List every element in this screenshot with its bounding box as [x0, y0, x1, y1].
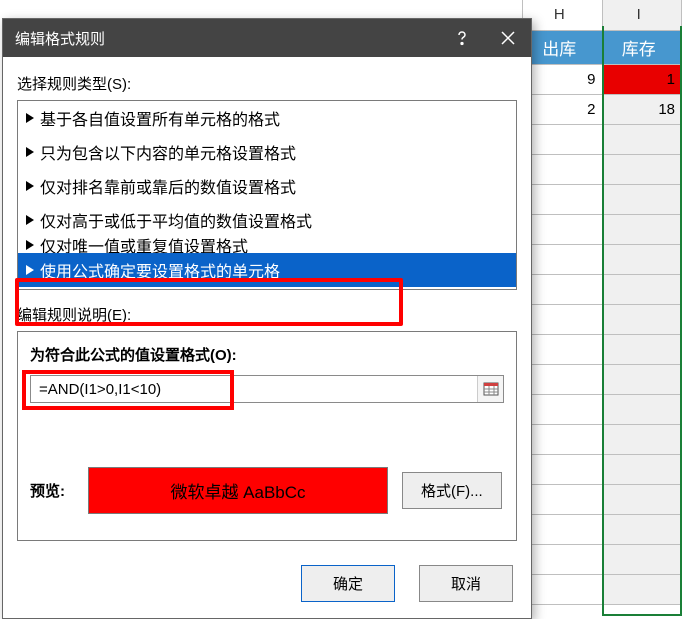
collapse-dialog-button[interactable]	[477, 376, 503, 402]
rule-type-item-4[interactable]: 仅对唯一值或重复值设置格式	[18, 237, 516, 253]
cell-i-1[interactable]: 1	[602, 64, 682, 94]
close-button[interactable]	[485, 19, 531, 57]
rule-type-item-3[interactable]: 仅对高于或低于平均值的数值设置格式	[18, 203, 516, 237]
rule-type-item-1[interactable]: 只为包含以下内容的单元格设置格式	[18, 135, 516, 169]
cell-h-2[interactable]: 2	[523, 94, 603, 124]
formula-input[interactable]	[31, 376, 477, 402]
dialog-title: 编辑格式规则	[15, 28, 439, 49]
triangle-icon	[26, 181, 34, 191]
data-header-out[interactable]: 出库	[523, 30, 603, 64]
triangle-icon	[26, 265, 34, 275]
close-icon	[501, 31, 515, 45]
rule-description-box: 为符合此公式的值设置格式(O): 预览: 微软卓越 Aa	[17, 331, 517, 541]
preview-label: 预览:	[30, 480, 74, 501]
col-header-I[interactable]: I	[602, 0, 682, 30]
rule-type-item-5[interactable]: 使用公式确定要设置格式的单元格	[18, 253, 516, 287]
ok-button[interactable]: 确定	[301, 565, 395, 602]
triangle-icon	[26, 215, 34, 225]
cell-i-2[interactable]: 18	[602, 94, 682, 124]
edit-format-rule-dialog: 编辑格式规则 选择规则类型(S): 基于各自值设置所有单元格的格式 只为包含以下…	[2, 18, 532, 619]
dialog-titlebar[interactable]: 编辑格式规则	[3, 19, 531, 57]
rule-type-item-0[interactable]: 基于各自值设置所有单元格的格式	[18, 101, 516, 135]
edit-rule-desc-label: 编辑规则说明(E):	[17, 304, 517, 325]
triangle-icon	[26, 113, 34, 123]
format-button[interactable]: 格式(F)...	[402, 472, 502, 509]
preview-box: 微软卓越 AaBbCc	[88, 467, 388, 514]
triangle-icon	[26, 240, 34, 250]
triangle-icon	[26, 147, 34, 157]
formula-box-title: 为符合此公式的值设置格式(O):	[30, 344, 504, 365]
dialog-buttons: 确定 取消	[3, 555, 531, 618]
sheet-table: H I 出库 库存 9 1 2 18	[522, 0, 682, 605]
col-header-H[interactable]: H	[523, 0, 603, 30]
spreadsheet-background: H I 出库 库存 9 1 2 18	[522, 0, 682, 616]
preview-row: 预览: 微软卓越 AaBbCc 格式(F)...	[30, 467, 504, 514]
rule-type-item-2[interactable]: 仅对排名靠前或靠后的数值设置格式	[18, 169, 516, 203]
select-rule-type-label: 选择规则类型(S):	[17, 73, 517, 94]
cancel-button[interactable]: 取消	[419, 565, 513, 602]
rule-type-list[interactable]: 基于各自值设置所有单元格的格式 只为包含以下内容的单元格设置格式 仅对排名靠前或…	[17, 100, 517, 290]
help-icon	[454, 30, 470, 46]
help-button[interactable]	[439, 19, 485, 57]
cell-h-1[interactable]: 9	[523, 64, 603, 94]
formula-row	[30, 375, 504, 403]
range-select-icon	[483, 382, 499, 396]
data-header-stock[interactable]: 库存	[602, 30, 682, 64]
